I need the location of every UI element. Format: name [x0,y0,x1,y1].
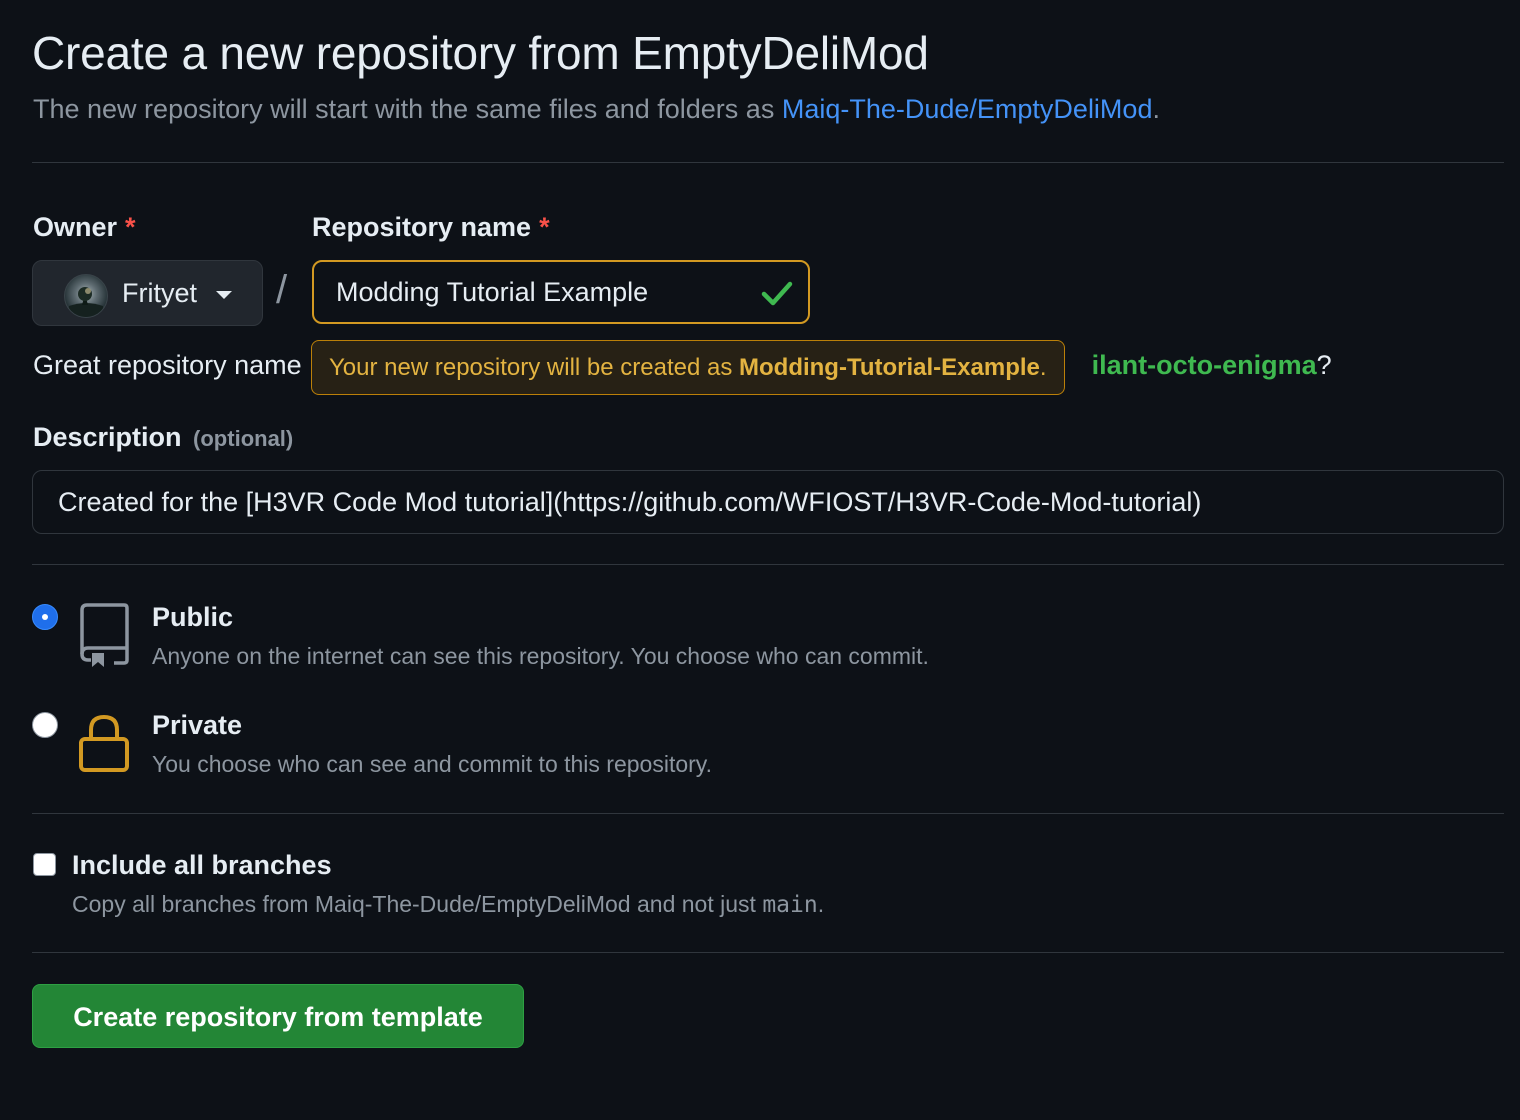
include-branches-description: Copy all branches from Maiq-The-Dude/Emp… [72,891,824,918]
header-divider [32,162,1504,163]
branches-desc-period: . [817,891,825,917]
repo-name-input[interactable] [336,262,736,322]
branches-desc-text: Copy all branches from Maiq-The-Dude/Emp… [72,891,763,917]
tooltip-suffix: . [1039,354,1047,381]
private-option-title: Private [152,710,243,740]
description-label: Description (optional) [33,422,293,453]
visibility-divider [32,813,1504,814]
repo-icon [78,602,130,673]
owner-name: Frityet [122,278,198,308]
chevron-down-icon [216,291,232,299]
repo-name-field [312,260,810,324]
page-subtitle: The new repository will start with the s… [33,94,1160,125]
default-branch-code: main [762,892,818,918]
description-divider [32,564,1504,565]
create-repository-button[interactable]: Create repository from template [32,984,524,1048]
repo-name-label: Repository name * [312,212,550,243]
lock-icon [78,712,130,779]
subtitle-period: . [1152,94,1160,124]
description-field [32,470,1504,534]
page-title: Create a new repository from EmptyDeliMo… [32,27,929,79]
check-icon [760,276,794,315]
template-repo-link[interactable]: Maiq-The-Dude/EmptyDeliMod [782,94,1153,124]
avatar [64,274,108,318]
owner-required-mark: * [125,212,136,242]
public-radio[interactable] [32,604,58,630]
owner-label: Owner * [33,212,136,243]
owner-repo-separator: / [276,268,288,312]
suggested-name-link[interactable]: ilant-octo-enigma [1092,350,1317,380]
description-label-text: Description [33,422,182,452]
owner-select-button[interactable]: Frityet [32,260,263,326]
include-branches-checkbox[interactable] [33,853,56,876]
repo-name-required-mark: * [539,212,550,242]
tooltip-prefix: Your new repository will be created as [329,354,739,381]
description-optional-tag: (optional) [193,426,294,451]
tooltip-repo-slug: Modding-Tutorial-Example [739,354,1040,381]
repo-name-label-text: Repository name [312,212,532,242]
private-option-description: You choose who can see and commit to thi… [152,751,712,777]
suggestion-prefix: Great repository name [33,350,302,380]
description-input[interactable] [58,471,1478,533]
include-branches-label: Include all branches [72,850,332,880]
repo-name-tooltip: Your new repository will be created as M… [311,340,1065,395]
owner-label-text: Owner [33,212,118,242]
public-option-title: Public [152,602,234,632]
branches-divider [32,952,1504,953]
public-option-description: Anyone on the internet can see this repo… [152,643,929,669]
suggestion-suffix: ? [1316,350,1332,380]
subtitle-text: The new repository will start with the s… [33,94,782,124]
private-radio[interactable] [32,712,58,738]
